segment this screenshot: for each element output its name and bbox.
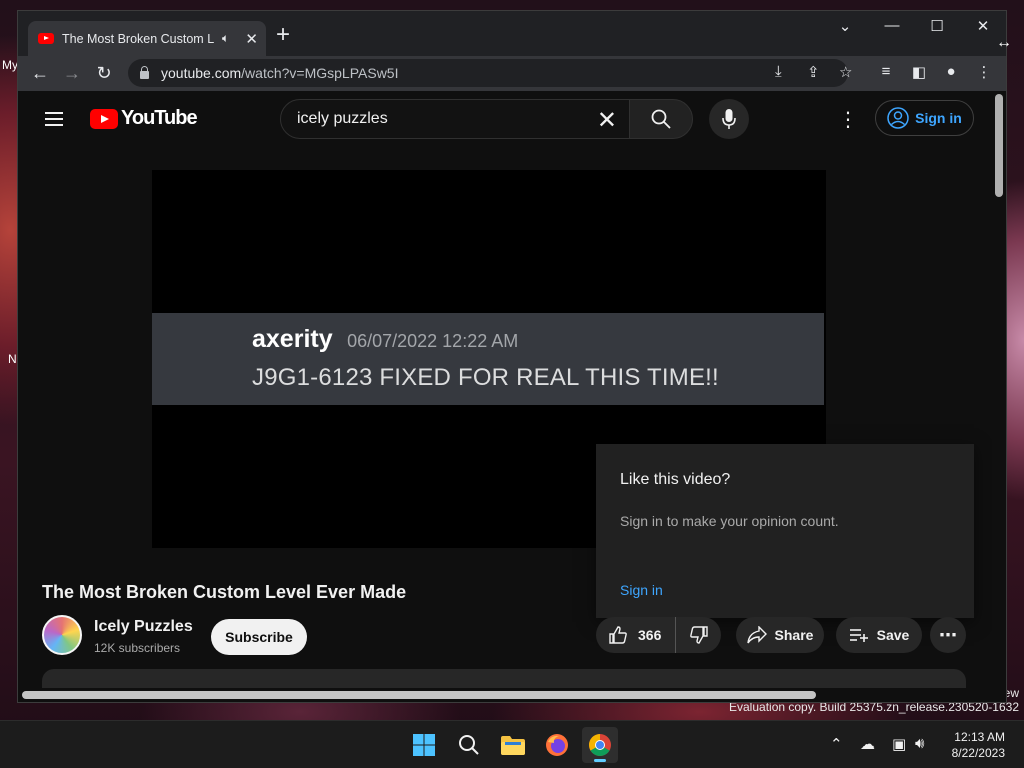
search-query: icely puzzles: [297, 110, 388, 127]
clock-time: 12:13 AM: [954, 730, 1005, 744]
guide-menu-icon[interactable]: [45, 112, 63, 126]
share-page-icon[interactable]: ⇪: [807, 63, 820, 81]
bookmark-star-icon[interactable]: ☆: [839, 63, 852, 81]
share-label: Share: [774, 627, 814, 643]
video-title: The Most Broken Custom Level Ever Made: [42, 582, 407, 602]
more-actions-button[interactable]: ⋯: [930, 617, 966, 653]
resize-cursor-icon: ↔: [996, 34, 1012, 51]
minimize-icon[interactable]: —: [880, 17, 904, 34]
firefox-logo-icon: [546, 734, 568, 756]
browser-menu-icon[interactable]: ⋮: [974, 63, 994, 81]
system-clock[interactable]: 12:13 AM 8/22/2023: [952, 729, 1005, 761]
account-circle-icon: [887, 107, 909, 129]
youtube-favicon-icon: [38, 33, 54, 44]
browser-tab[interactable]: The Most Broken Custom Level Ever Made 🔈…: [28, 21, 266, 56]
browser-window: The Most Broken Custom Level Ever Made 🔈…: [17, 10, 1007, 703]
dislike-button[interactable]: [676, 625, 721, 645]
share-arrow-icon: [746, 626, 767, 644]
new-tab-plus-icon[interactable]: +: [276, 23, 290, 47]
save-button[interactable]: Save: [836, 617, 922, 653]
taskbar-search-button[interactable]: [451, 727, 487, 763]
like-dislike-group: 366: [596, 617, 721, 653]
vertical-scrollbar-thumb[interactable]: [995, 94, 1003, 197]
subscriber-count: 12K subscribers: [94, 641, 181, 655]
more-horizontal-icon: ⋯: [939, 624, 957, 645]
desktop-icon-label[interactable]: N: [8, 352, 17, 366]
desktop-icon-label[interactable]: My: [2, 58, 18, 72]
profile-icon[interactable]: ●: [941, 63, 961, 80]
address-bar[interactable]: youtube.com/watch?v=MGspLPASw5I ⤓ ⇪ ☆: [128, 59, 852, 87]
back-arrow-icon[interactable]: ←: [28, 61, 52, 85]
side-panel-icon[interactable]: ◧: [909, 63, 929, 81]
popup-title: Like this video?: [620, 471, 731, 488]
popup-sign-in-link[interactable]: Sign in: [620, 582, 663, 598]
message-text: J9G1-6123 FIXED FOR REAL THIS TIME!!: [252, 364, 719, 391]
search-button[interactable]: [629, 99, 693, 139]
network-icon[interactable]: ▣: [892, 735, 906, 753]
tab-search-chevron-icon[interactable]: ⌄: [833, 17, 857, 35]
voice-search-button[interactable]: [709, 99, 749, 139]
reload-icon[interactable]: ↻: [92, 61, 116, 85]
firefox-button[interactable]: [539, 727, 575, 763]
search-input[interactable]: icely puzzles ✕: [280, 99, 630, 139]
message-username: axerity: [252, 325, 333, 353]
playlist-add-icon: [849, 629, 868, 642]
search-icon: [651, 109, 671, 129]
install-app-icon[interactable]: ⤓: [775, 63, 782, 80]
like-button[interactable]: 366: [596, 617, 676, 653]
address-url[interactable]: youtube.com/watch?v=MGspLPASw5I: [161, 65, 398, 81]
like-signin-popup: Like this video? Sign in to make your op…: [596, 444, 974, 618]
tab-close-icon[interactable]: ✕: [245, 30, 258, 48]
message-timestamp: 06/07/2022 12:22 AM: [347, 331, 519, 351]
subscribe-button[interactable]: Subscribe: [211, 619, 307, 655]
horizontal-scrollbar-thumb[interactable]: [22, 691, 816, 699]
video-frame-message: axerity 06/07/2022 12:22 AM J9G1-6123 FI…: [152, 313, 824, 405]
thumbs-up-icon: [609, 626, 627, 644]
lock-icon[interactable]: [140, 65, 149, 79]
youtube-play-logo-icon: [90, 108, 118, 129]
browser-toolbar: ← → ↻ youtube.com/watch?v=MGspLPASw5I ⤓ …: [18, 56, 1006, 91]
sign-in-label: Sign in: [915, 110, 962, 126]
show-hidden-icons-chevron-icon[interactable]: ⌃: [830, 735, 843, 753]
search-clear-icon[interactable]: ✕: [597, 106, 617, 135]
microphone-icon: [722, 109, 736, 129]
volume-icon[interactable]: 🔊︎: [915, 735, 924, 752]
chrome-button[interactable]: [582, 727, 618, 763]
folder-icon: [501, 736, 525, 755]
search-icon: [459, 735, 479, 755]
sign-in-button[interactable]: Sign in: [875, 100, 974, 136]
browser-titlebar: The Most Broken Custom Level Ever Made 🔈…: [18, 11, 1006, 56]
clock-date: 8/22/2023: [951, 746, 1005, 760]
settings-more-icon[interactable]: ⋮: [838, 107, 858, 132]
window-close-icon[interactable]: ✕: [971, 17, 995, 35]
chrome-logo-icon: [589, 734, 611, 756]
popup-body: Sign in to make your opinion count.: [620, 513, 839, 529]
share-button[interactable]: Share: [736, 617, 824, 653]
channel-avatar[interactable]: [42, 615, 82, 655]
start-button[interactable]: [406, 727, 442, 763]
youtube-header: YouTube icely puzzles ✕ ⋮ Sign in: [18, 91, 1006, 147]
forward-arrow-icon[interactable]: →: [60, 61, 84, 85]
maximize-icon[interactable]: ☐: [925, 17, 949, 35]
speaker-icon[interactable]: 🔈︎: [222, 31, 229, 46]
file-explorer-button[interactable]: [495, 727, 531, 763]
channel-name[interactable]: Icely Puzzles: [94, 618, 193, 636]
tab-title: The Most Broken Custom Level Ever Made: [62, 31, 214, 46]
youtube-page: YouTube icely puzzles ✕ ⋮ Sign in axerit…: [18, 91, 1006, 702]
windows-taskbar: ⌃ ☁ ▣ 🔊︎ 12:13 AM 8/22/2023: [0, 720, 1024, 768]
youtube-logo[interactable]: YouTube: [90, 107, 198, 130]
media-control-icon[interactable]: ≡: [876, 63, 896, 80]
save-label: Save: [876, 627, 910, 643]
cloud-offline-icon[interactable]: ☁: [860, 735, 875, 753]
windows-logo-icon: [413, 734, 435, 756]
like-count: 366: [638, 627, 662, 643]
youtube-logo-text: YouTube: [121, 107, 198, 129]
thumbs-down-icon: [689, 626, 708, 644]
